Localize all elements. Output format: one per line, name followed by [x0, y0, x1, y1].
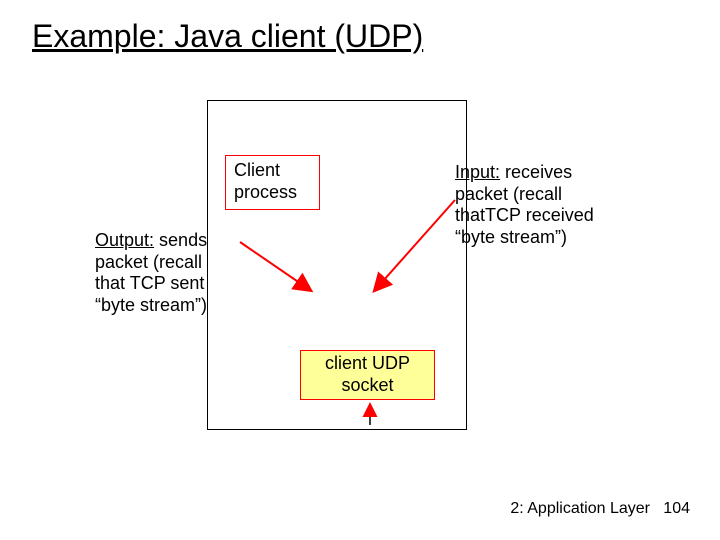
output-line3: that TCP sent: [95, 273, 255, 295]
client-process-box: Client process: [225, 155, 320, 210]
socket-line1: client UDP: [305, 353, 430, 375]
slide: Example: Java client (UDP) Client proces…: [0, 0, 720, 540]
socket-line2: socket: [305, 375, 430, 397]
input-rest1: receives: [500, 162, 572, 182]
input-line3: thatTCP received: [455, 205, 650, 227]
output-label: Output:: [95, 230, 154, 250]
input-line2: packet (recall: [455, 184, 650, 206]
output-line4: “byte stream”): [95, 295, 255, 317]
output-line2: packet (recall: [95, 252, 255, 274]
output-annotation: Output: sends packet (recall that TCP se…: [95, 230, 255, 316]
client-udp-socket-box: client UDP socket: [300, 350, 435, 400]
output-line1: Output: sends: [95, 230, 255, 252]
output-rest1: sends: [154, 230, 207, 250]
input-line4: “byte stream”): [455, 227, 650, 249]
footer-page-number: 104: [663, 500, 690, 518]
input-line1: Input: receives: [455, 162, 650, 184]
input-label: Input:: [455, 162, 500, 182]
input-annotation: Input: receives packet (recall thatTCP r…: [455, 162, 650, 248]
client-box-line2: process: [234, 182, 311, 204]
footer-layer-text: 2: Application Layer: [510, 500, 650, 518]
client-box-line1: Client: [234, 160, 311, 182]
slide-title: Example: Java client (UDP): [32, 18, 423, 55]
